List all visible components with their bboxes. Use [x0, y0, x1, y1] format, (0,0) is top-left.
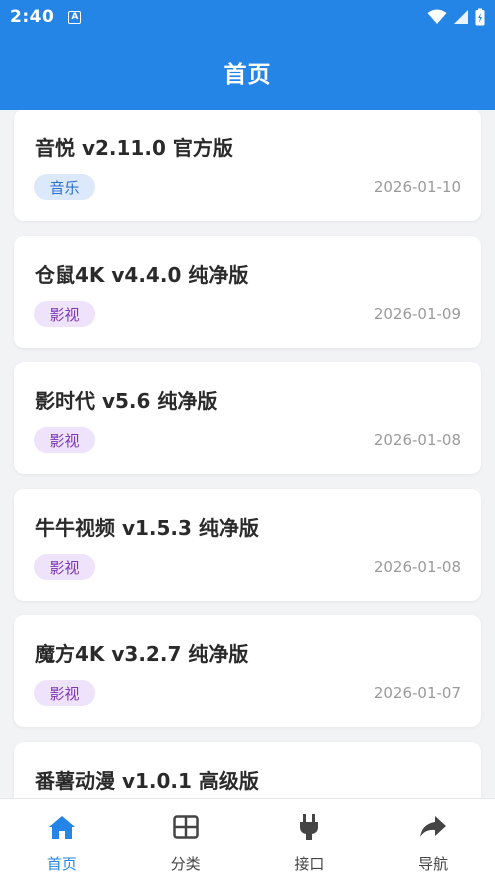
list-item[interactable]: 影时代 v5.6 纯净版 影视 2026-01-08: [14, 362, 481, 474]
grid-icon: [172, 813, 200, 841]
item-date: 2026-01-09: [373, 305, 461, 323]
category-tag: 影视: [34, 427, 95, 453]
list-item[interactable]: 魔方4K v3.2.7 纯净版 影视 2026-01-07: [14, 615, 481, 727]
cellular-signal-icon: [454, 10, 468, 24]
nav-interface[interactable]: 接口: [248, 799, 372, 880]
item-date: 2026-01-08: [373, 431, 461, 449]
share-arrow-icon: [419, 813, 447, 841]
app-list[interactable]: 音悦 v2.11.0 官方版 音乐 2026-01-10 仓鼠4K v4.4.0…: [0, 110, 495, 798]
status-bar: 2:40 A: [0, 0, 495, 34]
list-item[interactable]: 音悦 v2.11.0 官方版 音乐 2026-01-10: [14, 110, 481, 221]
item-title: 牛牛视频 v1.5.3 纯净版: [35, 516, 259, 540]
item-title: 仓鼠4K v4.4.0 纯净版: [35, 263, 249, 287]
category-tag: 影视: [34, 680, 95, 706]
item-title: 音悦 v2.11.0 官方版: [35, 136, 233, 160]
item-title: 影时代 v5.6 纯净版: [35, 389, 218, 413]
category-tag: 影视: [34, 301, 95, 327]
notification-app-icon: A: [68, 10, 82, 24]
item-title: 番薯动漫 v1.0.1 高级版: [35, 769, 259, 793]
list-item[interactable]: 番薯动漫 v1.0.1 高级版: [14, 742, 481, 798]
nav-label: 接口: [294, 855, 325, 873]
nav-category[interactable]: 分类: [124, 799, 248, 880]
nav-home[interactable]: 首页: [0, 799, 124, 880]
wifi-icon: [427, 9, 447, 24]
bottom-navigation: 首页 分类 接口 导航: [0, 798, 495, 880]
nav-label: 分类: [170, 855, 201, 873]
nav-label: 首页: [46, 855, 77, 873]
status-time: 2:40: [10, 7, 55, 27]
app-bar: 首页: [0, 34, 495, 110]
battery-charging-icon: [475, 8, 485, 26]
home-icon: [48, 813, 76, 841]
nav-label: 导航: [418, 855, 449, 873]
item-title: 魔方4K v3.2.7 纯净版: [35, 642, 249, 666]
nav-navigation[interactable]: 导航: [371, 799, 495, 880]
category-tag: 音乐: [34, 174, 95, 200]
status-icons: [427, 8, 485, 26]
item-date: 2026-01-07: [373, 684, 461, 702]
item-date: 2026-01-10: [373, 178, 461, 196]
list-item[interactable]: 牛牛视频 v1.5.3 纯净版 影视 2026-01-08: [14, 489, 481, 601]
plug-icon: [295, 813, 323, 841]
list-item[interactable]: 仓鼠4K v4.4.0 纯净版 影视 2026-01-09: [14, 236, 481, 348]
page-title: 首页: [223, 62, 272, 88]
category-tag: 影视: [34, 554, 95, 580]
item-date: 2026-01-08: [373, 558, 461, 576]
